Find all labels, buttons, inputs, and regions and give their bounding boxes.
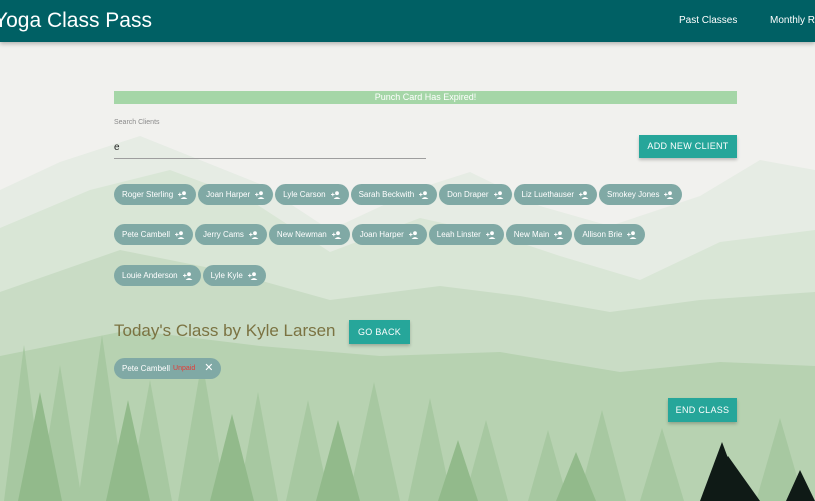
client-name: Roger Sterling bbox=[122, 190, 174, 199]
add-person-icon bbox=[485, 230, 496, 239]
add-person-icon bbox=[255, 190, 265, 199]
client-chip-row: Louie Anderson Lyle Kyle bbox=[114, 265, 266, 286]
add-new-client-button[interactable]: ADD NEW CLIENT bbox=[639, 135, 737, 158]
add-person-icon bbox=[493, 190, 504, 199]
client-name: Sarah Beckwith bbox=[358, 190, 415, 199]
search-label: Search Clients bbox=[114, 119, 160, 126]
client-chip[interactable]: Joan Harper bbox=[198, 184, 274, 205]
client-chip[interactable]: New Newman bbox=[268, 224, 350, 245]
client-name: Pete Cambell bbox=[122, 230, 171, 239]
add-person-icon bbox=[247, 271, 258, 280]
client-name: Smokey Jones bbox=[607, 190, 660, 199]
app-title[interactable]: Yoga Class Pass bbox=[0, 9, 152, 33]
client-name: New Newman bbox=[276, 230, 327, 239]
client-chip[interactable]: Pete Cambell bbox=[114, 224, 194, 245]
nav-monthly-report[interactable]: Monthly Re bbox=[770, 15, 815, 26]
add-person-icon bbox=[408, 230, 419, 239]
attendee-chip[interactable]: Pete Cambell Unpaid ✕ bbox=[114, 358, 222, 379]
add-person-icon bbox=[579, 190, 589, 199]
go-back-button[interactable]: GO BACK bbox=[349, 320, 410, 344]
client-name: Louie Anderson bbox=[122, 271, 178, 280]
search-input[interactable] bbox=[114, 137, 426, 159]
add-person-icon bbox=[248, 230, 259, 239]
client-chip[interactable]: New Main bbox=[505, 224, 573, 245]
nav-past-classes[interactable]: Past Classes bbox=[679, 15, 737, 26]
client-name: Joan Harper bbox=[359, 230, 404, 239]
add-person-icon bbox=[182, 271, 193, 280]
add-person-icon bbox=[330, 190, 341, 199]
client-chip[interactable]: Leah Linster bbox=[428, 224, 504, 245]
client-name: Liz Luethauser bbox=[521, 190, 574, 199]
add-person-icon bbox=[554, 230, 564, 239]
add-person-icon bbox=[178, 190, 188, 199]
add-person-icon bbox=[175, 230, 185, 239]
client-name: Jerry Cams bbox=[203, 230, 244, 239]
add-person-icon bbox=[331, 230, 342, 239]
client-name: Don Draper bbox=[447, 190, 489, 199]
punch-card-alert: Punch Card Has Expired! bbox=[114, 91, 737, 104]
client-chip[interactable]: Lyle Carson bbox=[275, 184, 349, 205]
client-chip-row: Pete Cambell Jerry Cams New Newman Joan Har… bbox=[114, 224, 646, 245]
top-navbar: Yoga Class Pass Past Classes Monthly Re bbox=[0, 0, 815, 42]
client-name: Allison Brie bbox=[582, 230, 623, 239]
client-chip[interactable]: Allison Brie bbox=[574, 224, 646, 245]
client-chip[interactable]: Joan Harper bbox=[351, 224, 427, 245]
todays-class-title: Today's Class by Kyle Larsen bbox=[114, 321, 336, 340]
close-icon[interactable]: ✕ bbox=[204, 358, 213, 379]
client-chip[interactable]: Jerry Cams bbox=[195, 224, 267, 245]
add-person-icon bbox=[627, 230, 637, 239]
client-chip[interactable]: Don Draper bbox=[439, 184, 512, 205]
add-person-icon bbox=[664, 190, 674, 199]
client-chip[interactable]: Sarah Beckwith bbox=[350, 184, 438, 205]
client-name: Joan Harper bbox=[206, 190, 251, 199]
client-name: Leah Linster bbox=[436, 230, 481, 239]
client-chip[interactable]: Smokey Jones bbox=[599, 184, 683, 205]
client-chip[interactable]: Liz Luethauser bbox=[513, 184, 597, 205]
client-chip[interactable]: Lyle Kyle bbox=[202, 265, 266, 286]
client-chip-row: Roger Sterling Joan Harper Lyle Carson Sara… bbox=[114, 184, 683, 205]
client-name: Lyle Carson bbox=[283, 190, 326, 199]
client-chip[interactable]: Roger Sterling bbox=[114, 184, 197, 205]
unpaid-badge: Unpaid bbox=[173, 365, 196, 372]
end-class-button[interactable]: END CLASS bbox=[668, 398, 737, 422]
attendee-name: Pete Cambell bbox=[122, 364, 171, 373]
main-content: Punch Card Has Expired! Search Clients A… bbox=[0, 0, 815, 501]
client-chip[interactable]: Louie Anderson bbox=[114, 265, 201, 286]
add-person-icon bbox=[419, 190, 429, 199]
client-name: New Main bbox=[513, 230, 550, 239]
client-name: Lyle Kyle bbox=[210, 271, 243, 280]
